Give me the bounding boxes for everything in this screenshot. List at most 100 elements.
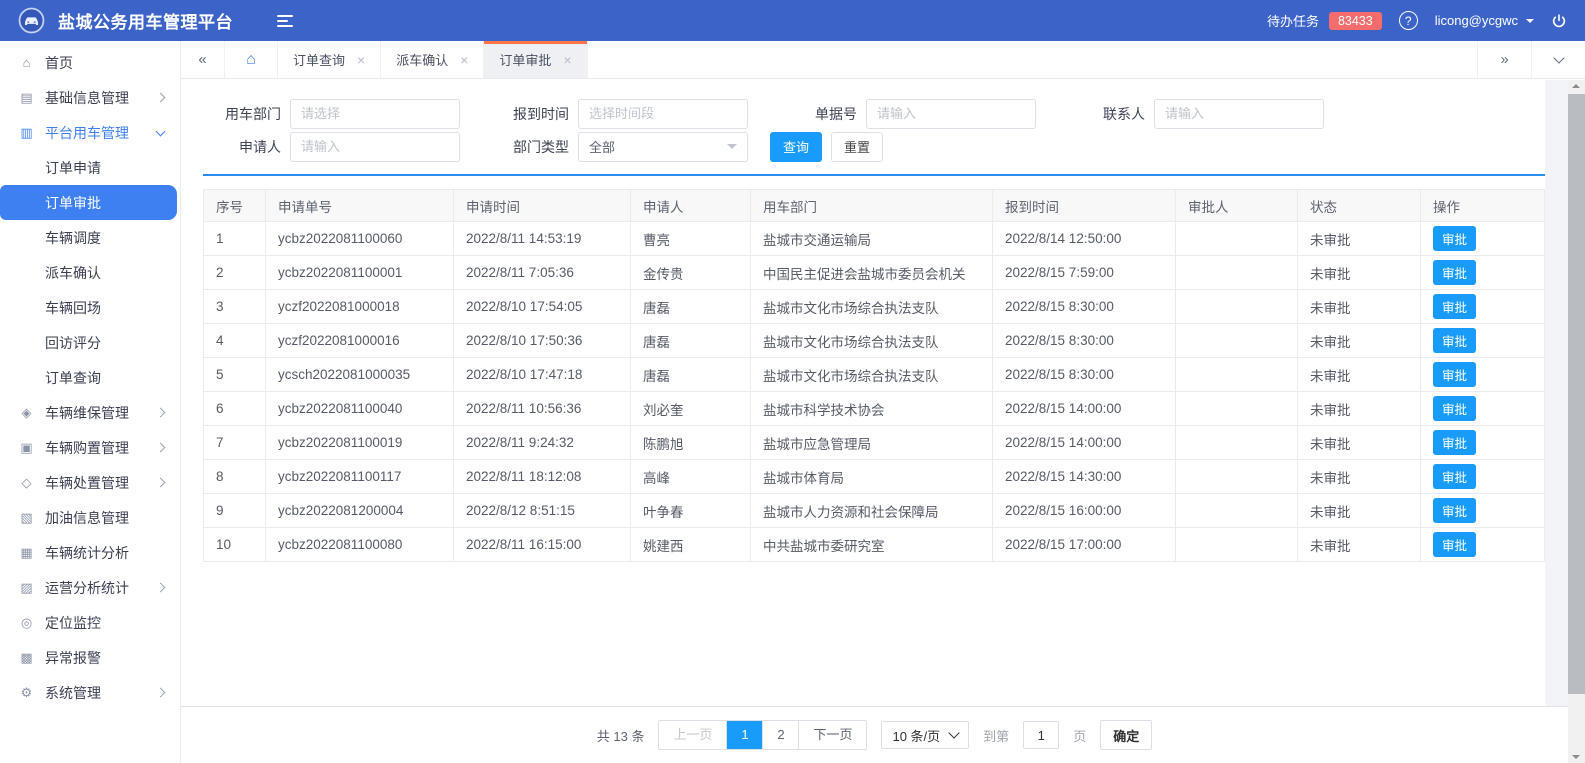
cell-applicant: 陈鹏旭: [630, 425, 751, 460]
approve-button[interactable]: 审批: [1433, 532, 1477, 557]
page-2-button[interactable]: 2: [763, 721, 800, 749]
approve-button[interactable]: 审批: [1433, 226, 1477, 251]
department-input[interactable]: [290, 98, 460, 129]
sidebar-item-platform-vehicle[interactable]: ▥ 平台用车管理: [0, 115, 180, 150]
disposal-icon: ◇: [21, 474, 32, 490]
approve-button[interactable]: 审批: [1433, 396, 1477, 421]
cell-action: 审批: [1420, 255, 1545, 290]
cell-approver: [1175, 493, 1298, 528]
approve-button[interactable]: 审批: [1433, 498, 1477, 523]
chevron-right-icon: [155, 92, 166, 103]
home-icon: ⌂: [22, 55, 31, 70]
sidebar-item-operation-analysis[interactable]: ▨ 运营分析统计: [0, 570, 180, 605]
tab-order-approve[interactable]: 订单审批 ×: [484, 41, 588, 78]
cell-applicant: 姚建西: [630, 527, 751, 562]
approve-button[interactable]: 审批: [1433, 328, 1477, 353]
sidebar-subitem-order-approve[interactable]: 订单审批: [0, 185, 177, 220]
table-row: 6 ycbz2022081100040 2022/8/11 10:56:36 刘…: [203, 391, 1545, 426]
filter-buttons: 查询 重置: [770, 130, 1067, 163]
tab-home-icon[interactable]: ⌂: [225, 41, 278, 78]
pending-tasks[interactable]: 待办任务 83433: [1267, 11, 1382, 30]
cell-sn: 6: [203, 391, 266, 426]
cell-status: 未审批: [1297, 255, 1421, 290]
reset-button[interactable]: 重置: [831, 131, 884, 162]
chevron-right-icon: [155, 582, 166, 593]
scroll-up-icon[interactable]: [1572, 84, 1580, 88]
sidebar-item-vehicle-purchase[interactable]: ▣ 车辆购置管理: [0, 430, 180, 465]
page-1-button[interactable]: 1: [727, 721, 764, 749]
cell-action: 审批: [1420, 493, 1545, 528]
sidebar-item-location-monitor[interactable]: ◎ 定位监控: [0, 605, 180, 640]
filter-applicant: 申请人: [203, 130, 491, 163]
tab-dispatch-confirm[interactable]: 派车确认 ×: [381, 41, 485, 78]
filter-dept-type: 部门类型 全部: [491, 130, 779, 163]
cell-department: 中共盐城市委研究室: [750, 527, 993, 562]
approve-button[interactable]: 审批: [1433, 362, 1477, 387]
sidebar-item-vehicle-stats[interactable]: ▦ 车辆统计分析: [0, 535, 180, 570]
cell-sn: 9: [203, 493, 266, 528]
scrollbar-thumb[interactable]: [1568, 94, 1585, 694]
sidebar-item-vehicle-disposal[interactable]: ◇ 车辆处置管理: [0, 465, 180, 500]
sidebar-subitem-label: 车辆回场: [45, 299, 101, 316]
cell-order-no: ycbz2022081100019: [265, 425, 454, 460]
table-row: 8 ycbz2022081100117 2022/8/11 18:12:08 高…: [203, 459, 1545, 494]
approve-button[interactable]: 审批: [1433, 430, 1477, 455]
sidebar-item-abnormal-alarm[interactable]: ▩ 异常报警: [0, 640, 180, 675]
goto-page-input[interactable]: [1023, 721, 1060, 749]
pagination-bar: 共 13 条 上一页 1 2 下一页 10 条/页 到第 页 确定: [181, 706, 1568, 763]
page-size-select[interactable]: 10 条/页: [881, 721, 970, 749]
help-icon[interactable]: ?: [1398, 11, 1418, 30]
vertical-scrollbar[interactable]: [1568, 80, 1585, 763]
cell-department: 盐城市体育局: [750, 459, 993, 494]
goto-confirm-button[interactable]: 确定: [1100, 720, 1153, 750]
sidebar-subitem-visit-score[interactable]: 回访评分: [0, 325, 180, 360]
sidebar-item-system-manage[interactable]: ⚙ 系统管理: [0, 675, 180, 710]
contact-input[interactable]: [1154, 98, 1324, 129]
table-row: 5 ycsch2022081000035 2022/8/10 17:47:18 …: [203, 357, 1545, 392]
report-time-input[interactable]: [578, 98, 748, 129]
sidebar-item-home[interactable]: ⌂ 首页: [0, 45, 180, 80]
sidebar-item-fuel-info[interactable]: ▧ 加油信息管理: [0, 500, 180, 535]
cell-order-no: ycbz2022081100117: [265, 459, 454, 494]
tabs-scroll-right-icon[interactable]: »: [1477, 41, 1531, 78]
sidebar-subitem-dispatch-confirm[interactable]: 派车确认: [0, 255, 180, 290]
sidebar-subitem-order-query[interactable]: 订单查询: [0, 360, 180, 395]
sidebar-subitem-order-apply[interactable]: 订单申请: [0, 150, 180, 185]
cell-approver: [1175, 391, 1298, 426]
cell-report-time: 2022/8/15 7:59:00: [992, 255, 1176, 290]
logout-power-icon[interactable]: [1551, 13, 1567, 29]
dept-type-label: 部门类型: [513, 138, 569, 155]
user-menu[interactable]: licong@ycgwc: [1435, 13, 1534, 28]
approve-button[interactable]: 审批: [1433, 260, 1477, 285]
dept-type-select[interactable]: 全部: [578, 131, 748, 162]
sidebar-item-label: 异常报警: [45, 649, 101, 666]
close-icon[interactable]: ×: [357, 52, 365, 68]
menu-fold-icon[interactable]: [277, 14, 293, 27]
sidebar-subitem-vehicle-return[interactable]: 车辆回场: [0, 290, 180, 325]
tabs-collapse-left-icon[interactable]: «: [181, 41, 225, 78]
approve-button[interactable]: 审批: [1433, 294, 1477, 319]
cell-apply-time: 2022/8/10 17:47:18: [453, 357, 631, 392]
close-icon[interactable]: ×: [563, 52, 571, 68]
sidebar-subitem-vehicle-dispatch[interactable]: 车辆调度: [0, 220, 180, 255]
cell-approver: [1175, 527, 1298, 562]
tab-order-query[interactable]: 订单查询 ×: [278, 41, 382, 78]
cell-action: 审批: [1420, 459, 1545, 494]
dept-type-value: 全部: [589, 140, 616, 155]
close-icon[interactable]: ×: [460, 52, 468, 68]
sidebar-subitem-label: 订单审批: [45, 194, 101, 211]
page-content: 用车部门 报到时间 单据号 联系人 申请人: [181, 79, 1585, 706]
tabs-menu-icon[interactable]: [1531, 41, 1585, 78]
scroll-down-icon[interactable]: [1572, 755, 1580, 759]
col-approver: 审批人: [1175, 189, 1298, 222]
applicant-input[interactable]: [290, 131, 460, 162]
next-page-button[interactable]: 下一页: [799, 721, 867, 749]
approve-button[interactable]: 审批: [1433, 464, 1477, 489]
sidebar-item-base-info[interactable]: ▤ 基础信息管理: [0, 80, 180, 115]
logo-car-icon: [18, 7, 45, 34]
prev-page-button[interactable]: 上一页: [659, 721, 728, 749]
tab-label: 订单查询: [293, 53, 346, 68]
sidebar-item-vehicle-maintenance[interactable]: ◈ 车辆维保管理: [0, 395, 180, 430]
search-button[interactable]: 查询: [770, 131, 823, 162]
order-no-input[interactable]: [866, 98, 1036, 129]
